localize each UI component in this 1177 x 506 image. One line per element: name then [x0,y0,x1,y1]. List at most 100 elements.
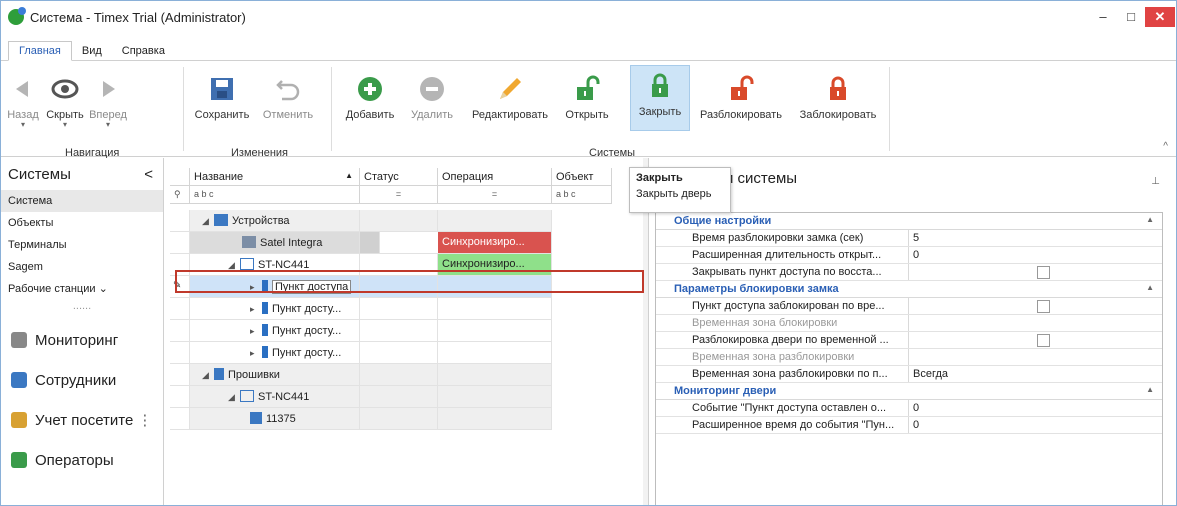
back-button[interactable]: Назад ▾ [3,69,43,129]
property-row[interactable]: Разблокировка двери по временной ... [656,332,1162,349]
cell-status [360,342,438,363]
employees-icon [11,372,27,388]
app-logo-icon [8,7,26,25]
close-window-button[interactable]: ✕ [1145,7,1175,27]
expand-icon[interactable]: ▸ [250,326,262,337]
door-icon [262,324,268,336]
minimize-button[interactable]: – [1090,7,1116,27]
expand-icon[interactable]: ◢ [202,216,214,227]
property-row[interactable]: Пункт доступа заблокирован по вре... [656,298,1162,315]
property-value[interactable]: 0 [909,247,1162,263]
property-row[interactable]: Событие "Пункт доступа оставлен о... 0 [656,400,1162,417]
app-window: Система - Timex Trial (Administrator) – … [0,0,1177,506]
property-row[interactable]: Расширенное время до события "Пун... 0 [656,417,1162,434]
filter-object[interactable]: a b c [552,186,612,204]
tab-view[interactable]: Вид [72,42,112,60]
expand-icon[interactable]: ◢ [202,370,214,381]
expand-icon[interactable]: ◢ [228,392,240,403]
table-row[interactable]: 11375 [170,408,552,430]
cell-operation: Синхронизиро... [438,232,552,253]
table-row[interactable]: ▸ Пункт досту... [170,298,552,320]
open-button[interactable]: Открыть [559,69,615,121]
col-header-status[interactable]: Статус [360,168,438,186]
ribbon-collapse-icon[interactable]: ^ [1163,141,1168,152]
nav-item-terminals[interactable]: Терминалы [1,234,163,256]
maximize-button[interactable]: □ [1118,7,1144,27]
property-row[interactable]: Время разблокировки замка (сек) 5 [656,230,1162,247]
delete-label: Удалить [411,109,453,121]
collapse-icon[interactable]: ▲ [1146,215,1154,224]
nav-operators[interactable]: Операторы [1,440,163,480]
nav-item-sagem[interactable]: Sagem [1,256,163,278]
tab-home[interactable]: Главная [8,41,72,61]
pin-icon[interactable]: ⊥ [1151,176,1160,187]
row-name: 11375 [266,413,296,425]
filter-name[interactable]: a b c [190,186,360,204]
forward-button[interactable]: Вперед ▾ [87,69,129,129]
property-value[interactable]: Всегда [909,366,1162,382]
add-button[interactable]: Добавить [339,69,401,121]
category-title: Мониторинг двери [674,385,777,397]
property-row[interactable]: Закрывать пункт доступа по восста... [656,264,1162,281]
nav-item-workstations[interactable]: Рабочие станции ⌄ [1,278,163,300]
collapse-icon[interactable]: ▲ [1146,283,1154,292]
property-row[interactable]: Расширенная длительность открыт... 0 [656,247,1162,264]
cell-name: ▸ Пункт досту... [190,298,360,319]
nav-splitter[interactable]: ...... [1,300,163,320]
group-separator [183,67,184,151]
unlock-green-icon [577,75,600,100]
checkbox[interactable] [1037,334,1050,347]
nav-item-system[interactable]: Система [1,190,163,212]
filter-status[interactable]: = [360,186,438,204]
nav-visitors-label: Учет посетите [35,411,134,429]
cell-operation [438,386,552,407]
property-row[interactable]: Временная зона блокировки [656,315,1162,332]
col-header-operation[interactable]: Операция [438,168,552,186]
table-row[interactable]: ▸ Пункт досту... [170,342,552,364]
category-general[interactable]: Общие настройки ▲ [656,213,1162,230]
cell-operation [438,210,552,231]
undo-button[interactable]: Отменить [257,69,319,121]
checkbox[interactable] [1037,300,1050,313]
door-icon [262,346,268,358]
table-row[interactable]: ◢ ST-NC441 [170,386,552,408]
unlock-red-icon [731,75,754,100]
col-header-object[interactable]: Объект [552,168,612,186]
filter-operation[interactable]: = [438,186,552,204]
cell-name: ◢ ST-NC441 [190,386,360,407]
row-indicator [170,320,190,341]
close-door-button[interactable]: Закрыть [630,65,690,131]
hide-button[interactable]: Скрыть ▾ [45,69,85,129]
cell-name: ▸ Пункт досту... [190,320,360,341]
table-row[interactable]: ◢ Устройства [170,210,552,232]
group-separator [331,67,332,151]
col-header-name[interactable]: Название ▲ [190,168,360,186]
nav-visitors[interactable]: Учет посетите ⋮ [1,400,163,440]
expand-icon[interactable]: ▸ [250,304,262,315]
property-row[interactable]: Временная зона разблокировки по п... Всег… [656,366,1162,383]
expand-icon[interactable]: ▸ [250,348,262,359]
property-row[interactable]: Временная зона разблокировки [656,349,1162,366]
category-lock-params[interactable]: Параметры блокировки замка ▲ [656,281,1162,298]
nav-item-objects[interactable]: Объекты [1,212,163,234]
property-value[interactable]: 5 [909,230,1162,246]
category-door-monitoring[interactable]: Мониторинг двери ▲ [656,383,1162,400]
table-row[interactable]: Satel Integra Синхронизиро... [170,232,552,254]
tab-help[interactable]: Справка [112,42,175,60]
checkbox[interactable] [1037,266,1050,279]
unblock-button[interactable]: Разблокировать [693,69,789,121]
nav-monitoring[interactable]: Мониторинг [1,320,163,360]
nav-employees[interactable]: Сотрудники [1,360,163,400]
add-label: Добавить [345,109,395,121]
save-button[interactable]: Сохранить [191,69,253,121]
property-value[interactable]: 0 [909,417,1162,433]
edit-button[interactable]: Редактировать [463,69,557,121]
more-icon[interactable]: ⋮ [137,411,152,429]
table-row[interactable]: ◢ Прошивки [170,364,552,386]
table-row[interactable]: ▸ Пункт досту... [170,320,552,342]
block-button[interactable]: Заблокировать [793,69,883,121]
delete-button[interactable]: Удалить [405,69,459,121]
property-value[interactable]: 0 [909,400,1162,416]
collapse-icon[interactable]: ▲ [1146,385,1154,394]
nav-collapse-button[interactable]: < [144,166,153,183]
